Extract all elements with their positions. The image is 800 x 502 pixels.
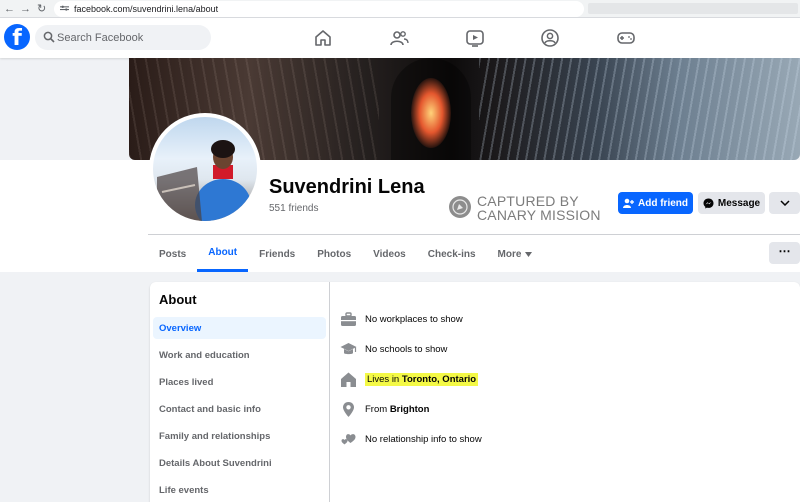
heart-icon [341,433,356,444]
profile-dropdown-button[interactable] [769,192,800,214]
search-input[interactable] [57,25,207,50]
about-card: About Overview Work and education Places… [150,282,800,502]
lives-in-link[interactable]: Toronto, Ontario [402,374,476,385]
reload-icon[interactable]: ↻ [37,2,46,16]
house-icon [341,372,356,387]
tab-more[interactable]: More [487,236,544,272]
friends-icon[interactable] [389,28,409,48]
groups-icon[interactable] [540,28,560,48]
from-row: From Brighton [338,394,788,424]
add-friend-button[interactable]: Add friend [618,192,693,214]
about-nav-details[interactable]: Details About Suvendrini [153,452,326,474]
watermark-line2: CANARY MISSION [477,207,601,223]
tab-check-ins[interactable]: Check-ins [417,236,487,272]
back-icon[interactable]: ← [4,2,15,16]
more-options-button[interactable]: ⋯ [769,242,800,264]
tab-about[interactable]: About [197,236,249,272]
profile-avatar[interactable] [149,113,261,225]
search-icon [43,31,55,43]
school-row: No schools to show [338,334,788,364]
url-text: facebook.com/suvendrini.lena/about [74,4,219,14]
address-bar[interactable]: facebook.com/suvendrini.lena/about [54,1,584,17]
from-link[interactable]: Brighton [390,404,430,415]
profile-name: Suvendrini Lena [269,176,425,198]
location-pin-icon [343,401,354,417]
avatar-image [195,140,251,221]
site-info-icon[interactable] [60,5,69,13]
message-button[interactable]: Message [698,192,765,214]
relationship-row: No relationship info to show [338,424,788,454]
tab-videos[interactable]: Videos [362,236,417,272]
about-nav: Overview Work and education Places lived… [153,317,326,502]
about-overview: No workplaces to show No schools to show… [338,304,788,454]
gaming-icon[interactable] [616,28,636,48]
home-icon[interactable] [313,28,333,48]
facebook-logo-icon[interactable]: f [4,24,30,50]
tab-posts[interactable]: Posts [148,236,197,272]
lives-in-row: Lives in Toronto, Ontario [338,364,788,394]
workplace-row: No workplaces to show [338,304,788,334]
lives-in-text: Lives in Toronto, Ontario [365,372,479,386]
about-nav-work-education[interactable]: Work and education [153,344,326,366]
facebook-header: f [0,18,800,58]
about-nav-overview[interactable]: Overview [153,317,326,339]
watermark-line1: CAPTURED BY [477,193,579,209]
add-friend-icon [623,198,634,208]
browser-extensions [588,3,798,14]
about-nav-family-relationships[interactable]: Family and relationships [153,425,326,447]
watermark-logo-icon [449,196,471,218]
friends-count[interactable]: 551 friends [269,203,318,214]
about-nav-places-lived[interactable]: Places lived [153,371,326,393]
tab-friends[interactable]: Friends [248,236,306,272]
graduation-cap-icon [340,342,357,354]
watch-icon[interactable] [465,28,485,48]
about-title: About [159,292,197,307]
profile-tabs: Posts About Friends Photos Videos Check-… [148,236,543,272]
about-sidebar: About Overview Work and education Places… [150,282,330,502]
search-box[interactable] [35,25,211,50]
tab-photos[interactable]: Photos [306,236,362,272]
messenger-icon [703,198,714,208]
about-nav-life-events[interactable]: Life events [153,479,326,501]
forward-icon[interactable]: → [20,2,31,16]
about-nav-contact-info[interactable]: Contact and basic info [153,398,326,420]
caret-down-icon [525,251,533,257]
chevron-down-icon [779,200,790,206]
browser-toolbar: ← → ↻ facebook.com/suvendrini.lena/about [0,0,800,18]
briefcase-icon [341,311,356,326]
